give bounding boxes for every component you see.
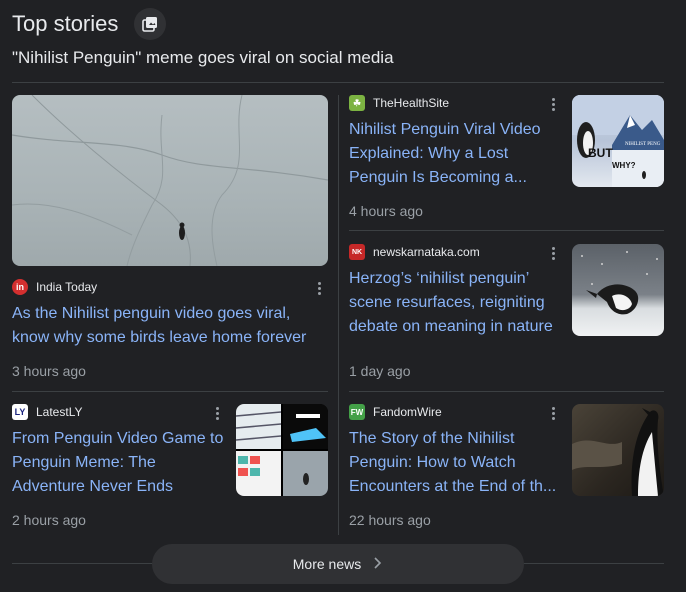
featured-image[interactable]: [12, 95, 328, 266]
source-row: LY LatestLY: [12, 404, 82, 420]
more-news-label: More news: [292, 556, 362, 572]
more-vert-icon[interactable]: [545, 405, 561, 421]
svg-text:NIHILIST PENG: NIHILIST PENG: [625, 142, 661, 147]
story-time: 4 hours ago: [349, 203, 423, 219]
divider: [349, 391, 664, 392]
topic-heading[interactable]: "Nihilist Penguin" meme goes viral on so…: [12, 47, 394, 69]
headline-line: Penguin Is Becoming a...: [349, 169, 527, 186]
headline-line: Explained: Why a Lost: [349, 145, 509, 162]
divider: [12, 82, 664, 83]
headline-line: debate on meaning in nature: [349, 318, 553, 335]
india-today-logo-icon: in: [12, 279, 28, 295]
headline-line: Penguin Meme: The: [12, 454, 156, 471]
story-headline[interactable]: From Penguin Video Game to Penguin Meme:…: [12, 427, 230, 499]
more-vert-icon[interactable]: [311, 280, 327, 296]
section-title: Top stories: [12, 11, 119, 36]
headline-line: Herzog’s ‘nihilist penguin’: [349, 270, 530, 287]
story-time: 22 hours ago: [349, 512, 431, 528]
more-vert-icon[interactable]: [545, 245, 561, 261]
more-vert-icon[interactable]: [545, 96, 561, 112]
source-name: FandomWire: [373, 405, 442, 419]
image-stack-icon[interactable]: [134, 8, 166, 40]
source-name: LatestLY: [36, 405, 83, 419]
source-row: in India Today: [12, 279, 97, 295]
newskarnataka-logo-icon: NK: [349, 244, 365, 260]
source-row: NK newskarnataka.com: [349, 244, 480, 260]
story-thumbnail[interactable]: BUT WHY? NIHILIST PENG: [572, 95, 664, 187]
story-thumbnail[interactable]: [236, 404, 328, 496]
more-news-button[interactable]: More news: [152, 544, 524, 584]
headline-line: Adventure Never Ends: [12, 478, 173, 495]
headline-line: Nihilist Penguin Viral Video: [349, 121, 541, 138]
headline-line: From Penguin Video Game to: [12, 430, 224, 447]
story-thumbnail[interactable]: [572, 404, 664, 496]
latestly-logo-icon: LY: [12, 404, 28, 420]
divider: [12, 391, 328, 392]
headline-line: Encounters at the End of th...: [349, 478, 557, 495]
source-name: newskarnataka.com: [373, 245, 480, 259]
source-name: India Today: [36, 280, 98, 294]
story-headline[interactable]: As the Nihilist penguin video goes viral…: [12, 302, 322, 350]
source-row: ☘ TheHealthSite: [349, 95, 449, 111]
story-headline[interactable]: Herzog’s ‘nihilist penguin’ scene resurf…: [349, 267, 564, 339]
headline-line: The Story of the Nihilist: [349, 430, 515, 447]
thehealthsite-logo-icon: ☘: [349, 95, 365, 111]
story-time: 2 hours ago: [12, 512, 86, 528]
chevron-right-icon: [373, 556, 383, 572]
source-name: TheHealthSite: [373, 96, 450, 110]
story-headline[interactable]: The Story of the Nihilist Penguin: How t…: [349, 427, 564, 499]
headline-line: Penguin: How to Watch: [349, 454, 516, 471]
column-divider: [338, 95, 339, 535]
story-headline[interactable]: Nihilist Penguin Viral Video Explained: …: [349, 118, 559, 190]
headline-line: scene resurfaces, reigniting: [349, 294, 545, 311]
source-row: FW FandomWire: [349, 404, 442, 420]
fandomwire-logo-icon: FW: [349, 404, 365, 420]
more-vert-icon[interactable]: [209, 405, 225, 421]
svg-text:BUT: BUT: [588, 146, 613, 160]
story-time: 1 day ago: [349, 363, 411, 379]
svg-text:WHY?: WHY?: [612, 161, 636, 170]
story-time: 3 hours ago: [12, 363, 86, 379]
story-thumbnail[interactable]: [572, 244, 664, 336]
divider: [349, 230, 664, 231]
